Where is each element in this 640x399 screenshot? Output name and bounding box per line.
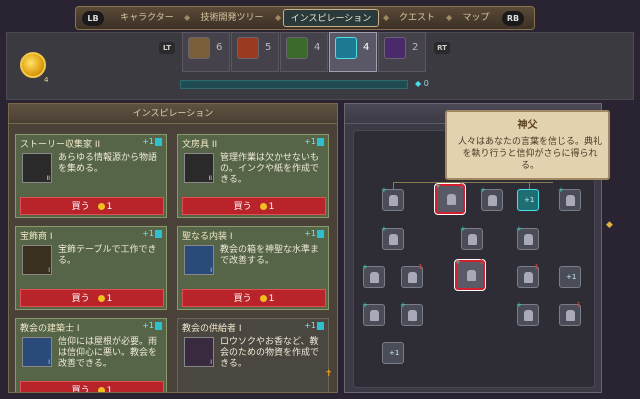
book-page-icon: II	[22, 153, 52, 183]
inspiration-point-icon: ◆	[415, 79, 422, 88]
inspiration-card[interactable]: 文房具 II +1 II 管理作業は欠かせないもの。インクや紙を作成できる。 買…	[177, 134, 329, 218]
card-title: 宝飾商 I	[20, 232, 53, 242]
coin-icon	[259, 295, 267, 302]
tree-node-bonus[interactable]: +1	[517, 189, 539, 211]
coin-icon	[97, 203, 105, 210]
gold-coin-icon	[20, 52, 46, 78]
category-book-active[interactable]: 4	[329, 32, 377, 72]
ink-bottle-icon: II	[184, 153, 214, 183]
tree-node[interactable]: +	[400, 301, 423, 326]
card-bonus: +1	[304, 137, 324, 146]
inspiration-progress-bar	[180, 80, 408, 89]
tree-node[interactable]: 1	[401, 263, 423, 288]
panel-title-bar: インスピレーション	[9, 104, 337, 124]
tree-node-priest[interactable]: +1	[434, 182, 466, 215]
buy-button[interactable]: 買う 1	[182, 197, 326, 215]
tooltip-title: 神父	[517, 120, 538, 131]
card-bonus: +1	[142, 321, 162, 330]
tab-tech-tree[interactable]: 技術開発ツリー	[192, 9, 272, 27]
scroll-icon	[286, 37, 308, 59]
card-title: 文房具 II	[182, 140, 218, 150]
progress-value: ◆ 0	[415, 79, 429, 88]
card-description: ロウソクやお香など、教会のための物資を作成できる。	[220, 337, 320, 369]
category-scroll[interactable]: 4	[280, 32, 328, 72]
tree-node[interactable]: +	[381, 186, 404, 211]
tab-separator: ◆	[184, 13, 191, 22]
buy-button[interactable]: 買う 1	[20, 289, 164, 307]
edge-marker-icon: ◆	[606, 220, 613, 230]
tree-node[interactable]: +	[480, 186, 503, 211]
book-icon	[335, 37, 357, 59]
ring-icon: I	[22, 245, 52, 275]
tab-character[interactable]: キャラクター	[114, 9, 180, 27]
tree-node[interactable]: +	[362, 263, 385, 288]
tree-node-bonus[interactable]: +1	[559, 266, 581, 288]
card-title: 聖なる内装 I	[182, 232, 233, 242]
skull-icon	[384, 37, 406, 59]
category-hammer[interactable]: 6	[182, 32, 230, 72]
category-gear[interactable]: 5	[231, 32, 279, 72]
tab-quest[interactable]: クエスト	[392, 9, 442, 27]
inspiration-card[interactable]: 教会の建築士 I +1 I 信仰には屋根が必要。雨は信仰心に悪い。教会を改善でき…	[15, 318, 167, 392]
church-icon: I	[22, 337, 52, 367]
rt-button[interactable]: RT	[434, 42, 450, 54]
tree-node-bonus[interactable]: +1	[382, 342, 404, 364]
inspiration-list-panel: インスピレーション ストーリー収集家 II +1 II あらゆる情報源から物語を…	[8, 103, 338, 393]
panel-title: インスピレーション	[132, 109, 214, 119]
inspiration-card[interactable]: ストーリー収集家 II +1 II あらゆる情報源から物語を集める。 買う 1	[15, 134, 167, 218]
tooltip-body: 人々はあなたの言葉を信じる。典礼を執り行うと信仰がさらに得られる。	[457, 137, 602, 171]
coin-icon	[97, 295, 105, 302]
card-description: あらゆる情報源から物語を集める。	[58, 153, 158, 174]
card-bonus: +1	[142, 137, 162, 146]
node-tooltip: 神父 人々はあなたの言葉を信じる。典礼を執り行うと信仰がさらに得られる。	[445, 110, 610, 180]
card-bonus: +1	[304, 321, 324, 330]
tree-node-highlighted[interactable]: +1	[454, 258, 486, 291]
inspiration-card[interactable]: 教会の供給者 I +1 I ロウソクやお香など、教会のための物資を作成できる。	[177, 318, 329, 392]
top-tab-bar: LB キャラクター ◆ 技術開発ツリー ◆ インスピレーション ◆ クエスト ◆…	[75, 6, 535, 30]
tab-separator: ◆	[383, 13, 390, 22]
card-description: 宝飾テーブルで工作できる。	[58, 245, 157, 266]
tab-map[interactable]: マップ	[454, 9, 498, 27]
card-title: ストーリー収集家 II	[20, 140, 101, 150]
tree-node[interactable]: +	[558, 186, 581, 211]
buy-button[interactable]: 買う 1	[20, 381, 164, 392]
card-bonus: +1	[142, 229, 162, 238]
tree-node[interactable]: +	[362, 301, 385, 326]
chapel-interior-icon: I	[184, 245, 214, 275]
tree-node[interactable]: +	[516, 225, 539, 250]
tree-node[interactable]: 1	[559, 301, 581, 326]
inspiration-card[interactable]: 聖なる内装 I +1 I 教会の箱を神聖な水準まで改善する。 買う 1	[177, 226, 329, 310]
coin-icon	[97, 387, 105, 392]
tree-node[interactable]: +	[381, 225, 404, 250]
tab-separator: ◆	[275, 13, 282, 22]
buy-button[interactable]: 買う 1	[20, 197, 164, 215]
hammer-icon	[188, 37, 210, 59]
card-description: 管理作業は欠かせないもの。インクや紙を作成できる。	[220, 153, 320, 185]
tree-node[interactable]: +	[516, 301, 539, 326]
lb-button[interactable]: LB	[82, 11, 104, 26]
card-description: 教会の箱を神聖な水準まで改善する。	[220, 245, 320, 266]
category-skull[interactable]: 2	[378, 32, 426, 72]
lt-button[interactable]: LT	[159, 42, 175, 54]
gear-icon	[237, 37, 259, 59]
coin-icon	[259, 203, 267, 210]
buy-button[interactable]: 買う 1	[182, 289, 326, 307]
scroll-indicator: ✝	[325, 369, 333, 379]
tree-node[interactable]: 1	[517, 263, 539, 288]
incense-icon: I	[184, 337, 214, 367]
card-description: 信仰には屋根が必要。雨は信仰心に悪い。教会を改善できる。	[58, 337, 158, 369]
tab-separator: ◆	[446, 13, 453, 22]
card-title: 教会の建築士 I	[20, 324, 80, 334]
card-bonus: +1	[304, 229, 324, 238]
inspiration-card[interactable]: 宝飾商 I +1 I 宝飾テーブルで工作できる。 買う 1	[15, 226, 167, 310]
tree-node[interactable]: +	[460, 225, 483, 250]
card-title: 教会の供給者 I	[182, 324, 242, 334]
coin-count: 4	[44, 76, 49, 84]
tab-inspiration[interactable]: インスピレーション	[283, 9, 379, 27]
rb-button[interactable]: RB	[502, 11, 524, 26]
